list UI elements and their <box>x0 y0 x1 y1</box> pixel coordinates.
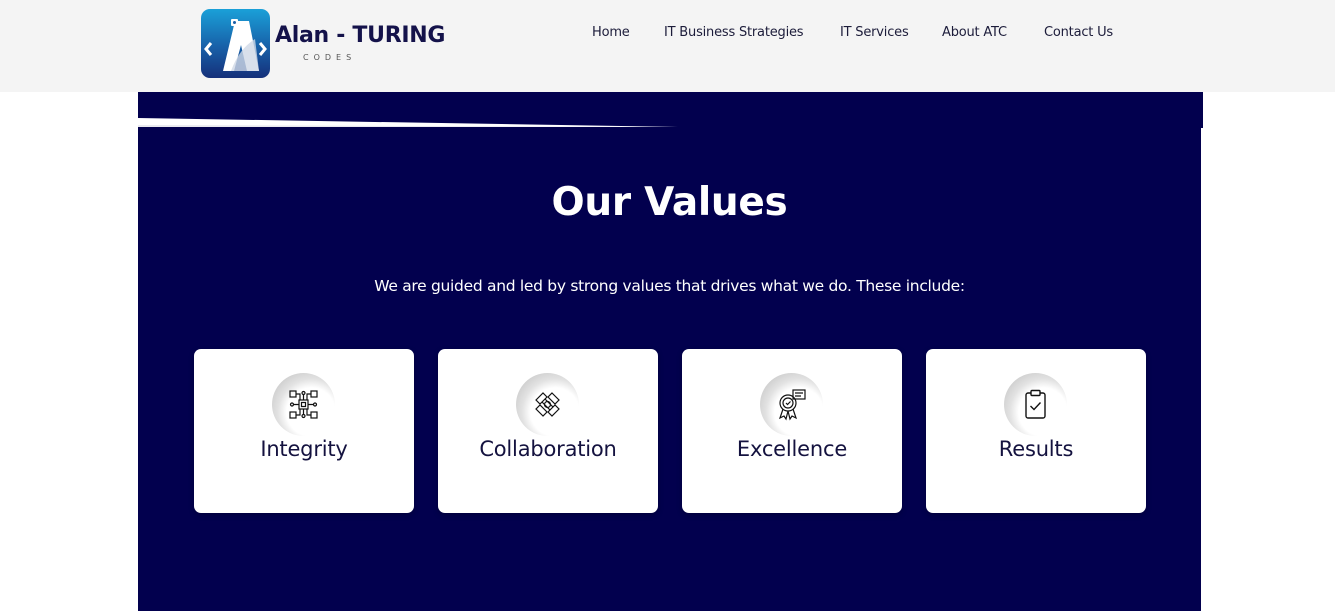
value-label: Integrity <box>260 437 348 461</box>
nav-item-it-business-strategies[interactable]: IT Business Strategies <box>664 25 804 40</box>
section-title: Our Values <box>551 180 788 225</box>
nav-item-it-services[interactable]: IT Services <box>840 25 909 40</box>
value-card-results: Results <box>926 349 1146 513</box>
circuit-chip-icon <box>272 373 335 436</box>
logo-subtext: CODES <box>303 53 357 62</box>
value-card-collaboration: Collaboration <box>438 349 658 513</box>
nav-item-home[interactable]: Home <box>592 25 630 40</box>
clipboard-check-icon <box>1004 373 1067 436</box>
award-ribbon-icon <box>760 373 823 436</box>
section-divider-shape <box>138 118 678 127</box>
value-card-integrity: Integrity <box>194 349 414 513</box>
site-header: Alan - TURING CODES Home IT Business Str… <box>0 0 1335 92</box>
our-values-section: Our Values We are guided and led by stro… <box>138 92 1201 611</box>
handshake-icon <box>516 373 579 436</box>
main-nav: Home IT Business Strategies IT Services … <box>0 25 1335 43</box>
logo-badge-icon <box>201 9 270 78</box>
section-subtitle: We are guided and led by strong values t… <box>374 277 965 295</box>
nav-item-contact-us[interactable]: Contact Us <box>1044 25 1113 40</box>
value-label: Collaboration <box>479 437 617 461</box>
logo-link[interactable]: Alan - TURING CODES <box>201 9 445 79</box>
nav-item-about-atc[interactable]: About ATC <box>942 25 1007 40</box>
value-label: Excellence <box>736 437 848 461</box>
section-edge-strip <box>1201 92 1203 128</box>
value-label: Results <box>998 437 1074 461</box>
value-card-excellence: Excellence <box>682 349 902 513</box>
